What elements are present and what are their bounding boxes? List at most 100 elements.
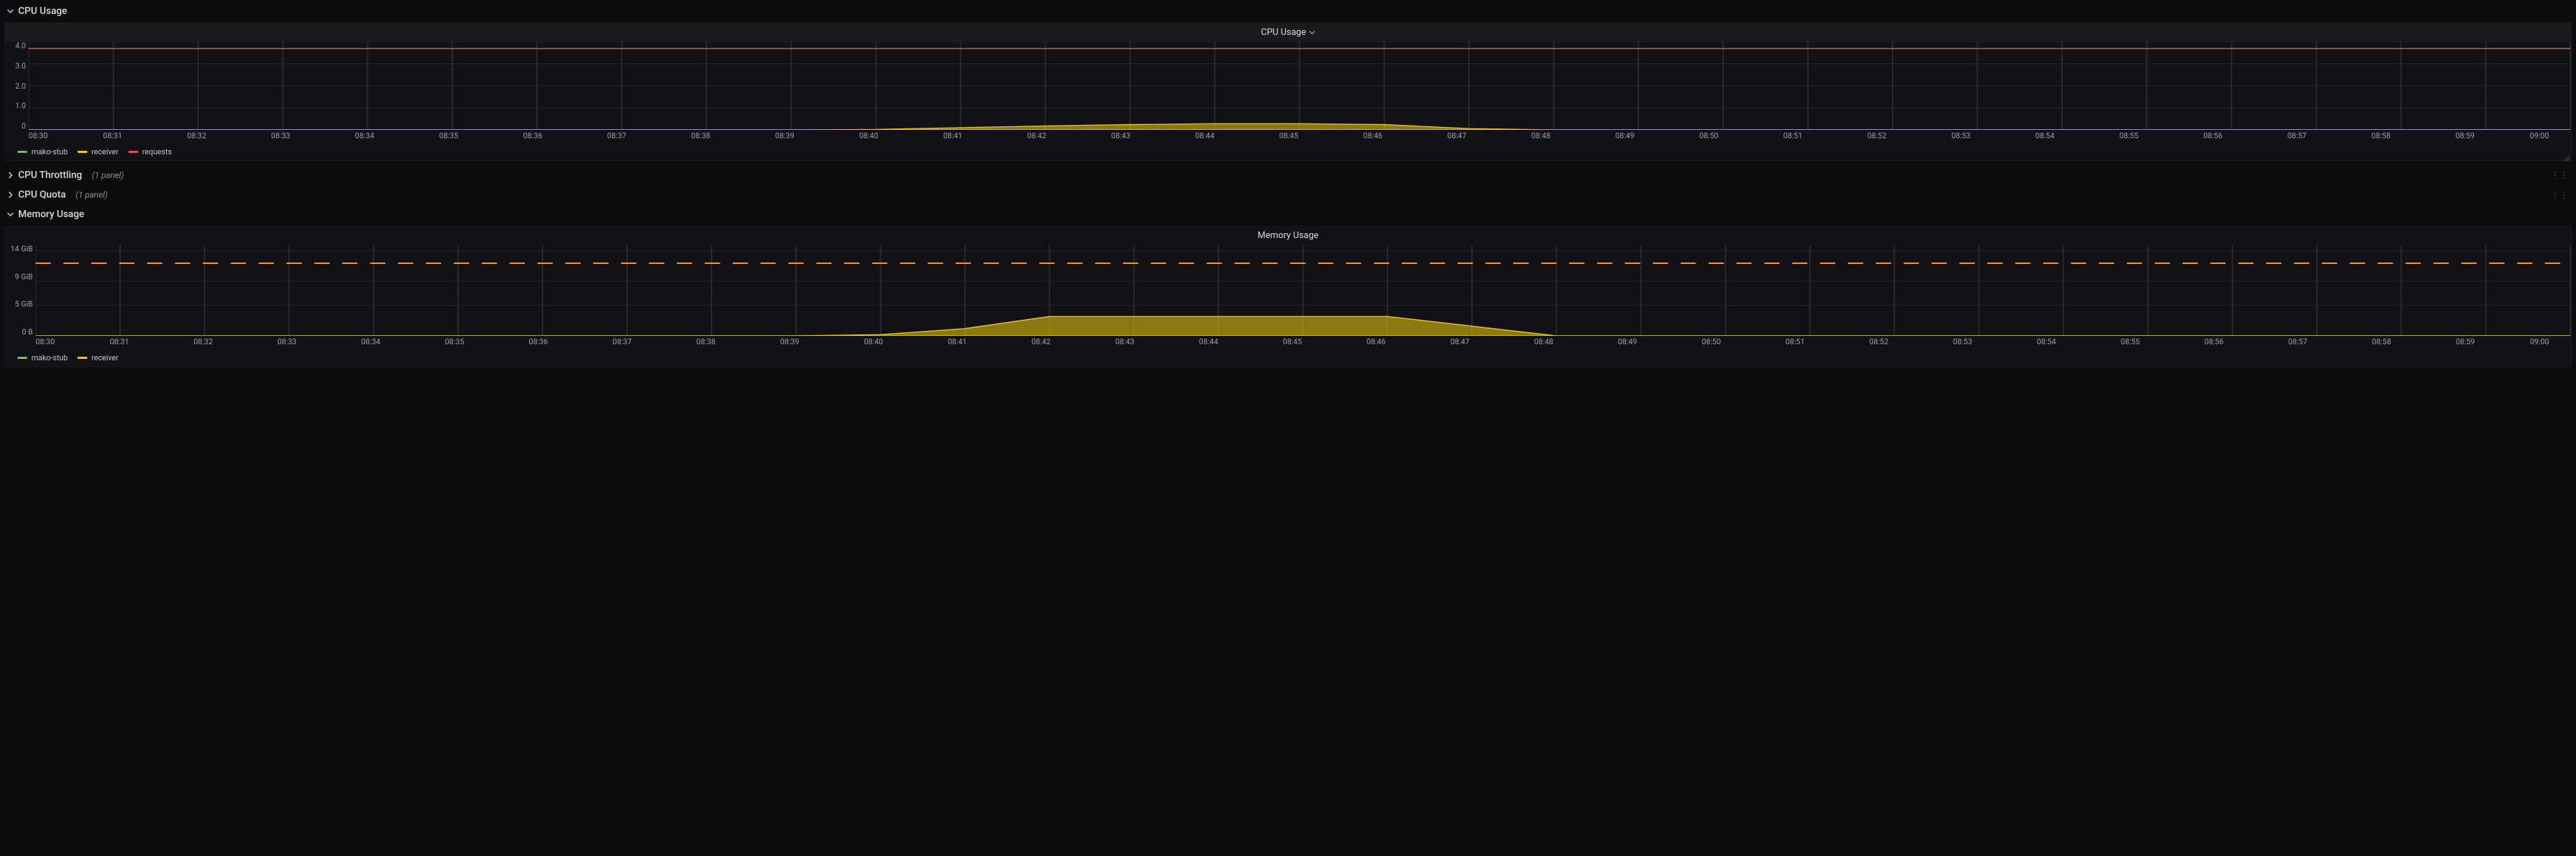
legend-memory: mako-stub receiver <box>5 350 2571 367</box>
xaxis-tick: 08:42 <box>1027 131 1046 140</box>
xaxis-tick: 08:49 <box>1615 131 1634 140</box>
legend-label: requests <box>142 147 172 156</box>
xaxis-tick: 08:55 <box>2121 337 2140 346</box>
xaxis-tick: 08:51 <box>1786 337 1805 346</box>
xaxis-tick: 08:38 <box>696 337 715 346</box>
xaxis-tick: 08:51 <box>1784 131 1803 140</box>
xaxis-tick: 08:44 <box>1195 131 1214 140</box>
xaxis-tick: 08:30 <box>36 337 54 346</box>
xaxis-tick: 08:53 <box>1951 131 1970 140</box>
legend-item-requests[interactable]: requests <box>128 147 172 156</box>
xaxis-tick: 08:34 <box>355 131 374 140</box>
legend-label: mako-stub <box>31 353 68 362</box>
legend-label: receiver <box>91 147 119 156</box>
xaxis-tick: 08:59 <box>2456 337 2475 346</box>
row-header-memory-usage[interactable]: Memory Usage <box>1 205 2575 224</box>
chevron-down-icon <box>1309 27 1315 38</box>
row-title: Memory Usage <box>18 209 84 220</box>
xaxis-tick: 08:40 <box>864 337 882 346</box>
xaxis-tick: 08:31 <box>110 337 128 346</box>
panel-cpu-usage: CPU Usage 4.0 3.0 2.0 1.0 0 08:3 <box>4 22 2572 161</box>
xaxis-tick: 09:00 <box>2530 131 2549 140</box>
xaxis-tick: 08:46 <box>1363 131 1382 140</box>
xaxis-tick: 08:41 <box>943 131 962 140</box>
legend-item-mako_stub[interactable]: mako-stub <box>17 147 68 156</box>
chevron-down-icon <box>7 211 14 218</box>
xaxis-tick: 08:36 <box>528 337 547 346</box>
panel-count: (1 panel) <box>75 190 108 200</box>
row-header-cpu-quota[interactable]: CPU Quota (1 panel) ⋮⋮ <box>1 185 2575 205</box>
xaxis-tick: 08:39 <box>780 337 799 346</box>
legend-item-mako_stub[interactable]: mako-stub <box>17 353 68 362</box>
xaxis-tick: 08:37 <box>607 131 626 140</box>
legend-label: receiver <box>91 353 119 362</box>
xaxis-tick: 08:30 <box>29 131 47 140</box>
legend-cpu: mako-stub receiver requests <box>5 145 2571 161</box>
xaxis-tick: 08:42 <box>1031 337 1050 346</box>
legend-swatch <box>17 151 27 153</box>
xaxis-tick: 08:52 <box>1870 337 1888 346</box>
legend-swatch <box>17 357 27 359</box>
xaxis-tick: 08:35 <box>445 337 464 346</box>
xaxis-tick: 08:49 <box>1618 337 1637 346</box>
chevron-down-icon <box>7 8 14 15</box>
xaxis-tick: 08:44 <box>1199 337 1218 346</box>
row-header-cpu-throttling[interactable]: CPU Throttling (1 panel) ⋮⋮ <box>1 165 2575 185</box>
xaxis-tick: 08:40 <box>859 131 878 140</box>
xaxis-tick: 08:39 <box>775 131 794 140</box>
xaxis-tick: 08:54 <box>2036 131 2055 140</box>
xaxis-tick: 08:57 <box>2288 337 2307 346</box>
drag-handle-icon[interactable]: ⋮⋮ <box>2551 170 2569 180</box>
panel-count: (1 panel) <box>92 170 124 180</box>
xaxis-tick: 08:56 <box>2203 131 2222 140</box>
resize-handle-icon[interactable] <box>2564 154 2570 159</box>
panel-header-cpu-usage[interactable]: CPU Usage <box>5 23 2571 42</box>
legend-swatch <box>77 151 87 153</box>
xaxis-tick: 08:43 <box>1116 337 1134 346</box>
xaxis-tick: 08:50 <box>1699 131 1718 140</box>
xaxis-tick: 08:53 <box>1953 337 1972 346</box>
legend-swatch <box>128 151 138 153</box>
xaxis-tick: 08:55 <box>2119 131 2138 140</box>
xaxis-tick: 08:37 <box>612 337 631 346</box>
xaxis-tick: 08:35 <box>439 131 458 140</box>
xaxis-tick: 08:45 <box>1279 131 1298 140</box>
yaxis-memory: 14 GiB 9 GiB 5 GiB 0 B <box>5 245 36 336</box>
xaxis-tick: 08:58 <box>2372 337 2391 346</box>
xaxis-tick: 08:32 <box>187 131 206 140</box>
xaxis-tick: 08:32 <box>193 337 212 346</box>
xaxis-tick: 08:47 <box>1447 131 1466 140</box>
xaxis-tick: 08:41 <box>947 337 966 346</box>
xaxis-tick: 08:31 <box>103 131 122 140</box>
legend-swatch <box>77 357 87 359</box>
xaxis-tick: 08:45 <box>1283 337 1302 346</box>
xaxis-tick: 08:58 <box>2371 131 2390 140</box>
legend-item-receiver[interactable]: receiver <box>77 147 119 156</box>
row-header-cpu-usage[interactable]: CPU Usage <box>1 1 2575 21</box>
row-title: CPU Throttling <box>18 170 82 181</box>
xaxis-tick: 08:33 <box>271 131 290 140</box>
panel-header-memory-usage[interactable]: Memory Usage <box>5 226 2571 245</box>
panel-title: Memory Usage <box>1257 230 1318 241</box>
xaxis-memory: 08:30 08:31 08:32 08:33 08:34 08:35 08:36 08:37… <box>5 336 2571 350</box>
xaxis-tick: 08:38 <box>691 131 710 140</box>
xaxis-tick: 08:36 <box>523 131 542 140</box>
xaxis-tick: 08:54 <box>2037 337 2056 346</box>
xaxis-tick: 08:48 <box>1531 131 1550 140</box>
xaxis-tick: 08:50 <box>1702 337 1721 346</box>
xaxis-tick: 08:46 <box>1367 337 1386 346</box>
xaxis-tick: 08:47 <box>1451 337 1470 346</box>
row-title: CPU Quota <box>18 189 66 200</box>
chevron-right-icon <box>7 191 14 198</box>
xaxis-tick: 08:57 <box>2288 131 2307 140</box>
plot-memory-usage[interactable] <box>36 245 2571 336</box>
xaxis-cpu: 08:30 08:31 08:32 08:33 08:34 08:35 08:36 08:37… <box>5 130 2571 145</box>
row-title: CPU Usage <box>18 6 67 17</box>
legend-item-receiver[interactable]: receiver <box>77 353 119 362</box>
xaxis-tick: 08:52 <box>1867 131 1886 140</box>
xaxis-tick: 08:33 <box>277 337 296 346</box>
xaxis-tick: 08:59 <box>2455 131 2474 140</box>
plot-cpu-usage[interactable] <box>29 42 2571 130</box>
drag-handle-icon[interactable]: ⋮⋮ <box>2551 190 2569 200</box>
xaxis-tick: 08:34 <box>361 337 380 346</box>
